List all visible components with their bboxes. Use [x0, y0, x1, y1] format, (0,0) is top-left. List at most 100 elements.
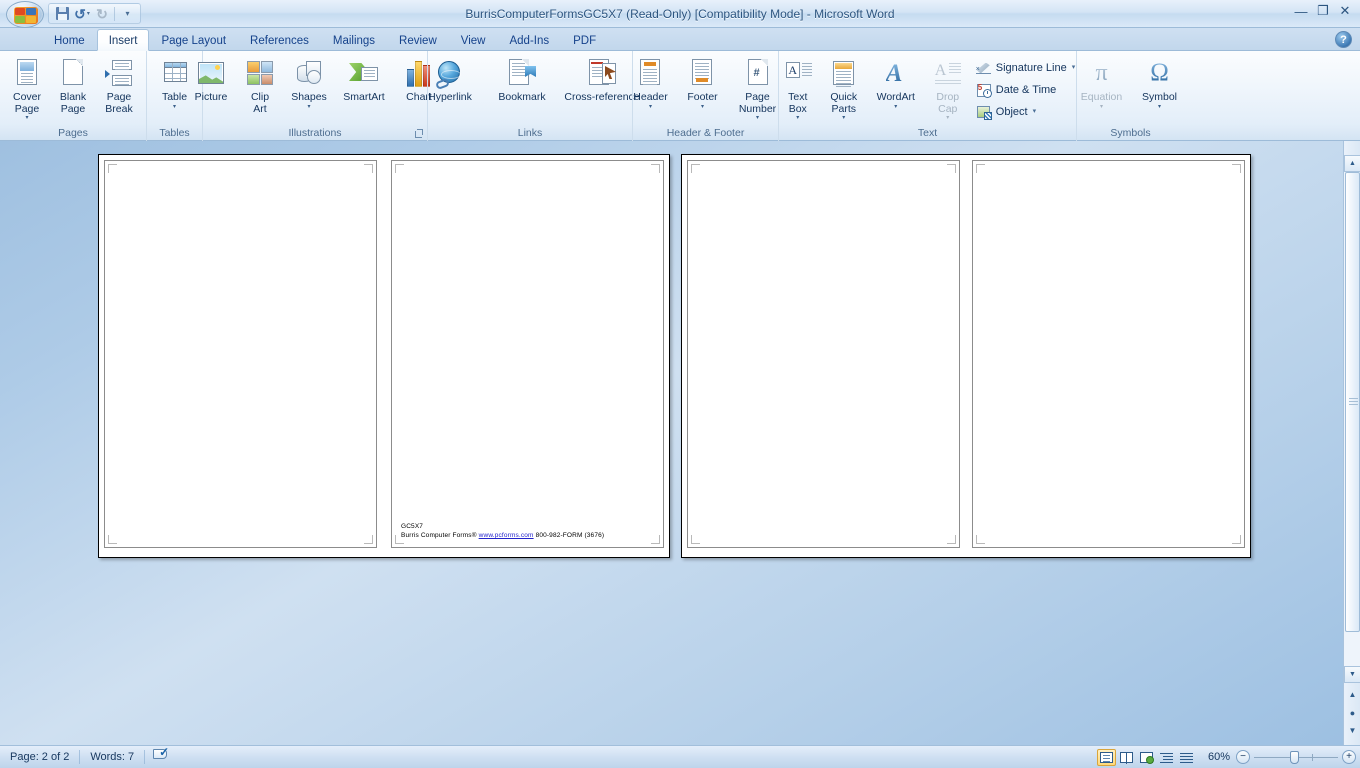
header-button[interactable]: Header ▾ [625, 55, 677, 111]
equation-label: Equation [1080, 91, 1123, 103]
footer-button[interactable]: Footer ▾ [677, 55, 729, 111]
word-window: BurrisComputerFormsGC5X7 (Read-Only) [Co… [0, 0, 1360, 768]
previous-page-button[interactable]: ▲ [1345, 687, 1360, 702]
bookmark-button[interactable]: Bookmark [486, 55, 558, 105]
group-title-illustrations: Illustrations [288, 127, 342, 139]
object-dropdown-icon[interactable]: ▾ [1033, 108, 1037, 115]
scroll-up-button[interactable]: ▲ [1344, 155, 1360, 172]
page-3-margin-guides [688, 161, 959, 547]
zoom-in-button[interactable]: + [1342, 750, 1356, 764]
footer-label: Footer [687, 91, 718, 103]
ribbon-tab-view[interactable]: View [449, 29, 498, 51]
scrollbar-grip-icon [1349, 398, 1358, 406]
zoom-slider[interactable]: − + [1236, 750, 1360, 764]
shapes-dropdown-icon[interactable]: ▾ [307, 104, 310, 110]
table-dropdown-icon[interactable]: ▾ [173, 104, 176, 110]
drop-cap-dropdown-icon[interactable]: ▾ [946, 115, 949, 121]
save-button[interactable] [52, 5, 72, 23]
page-number-dropdown-icon[interactable]: ▾ [756, 115, 759, 121]
signature-line-label: Signature Line [995, 61, 1067, 74]
object-button[interactable]: Object ▾ [971, 101, 1080, 122]
ribbon-tab-insert[interactable]: Insert [96, 29, 150, 51]
page-3[interactable] [687, 160, 960, 548]
scrollbar-track[interactable] [1344, 172, 1360, 666]
zoom-level[interactable]: 60% [1202, 751, 1236, 763]
ribbon-group-text: A Text Box ▾ Quick Parts ▾ A WordArt ▾ A… [778, 51, 1076, 141]
ribbon-tab-add-ins[interactable]: Add-Ins [497, 29, 561, 51]
smartart-label: SmartArt [343, 91, 385, 103]
page-break-button[interactable]: Page Break [96, 55, 142, 116]
blank-page-button[interactable]: Blank Page [50, 55, 96, 116]
page-break-icon [103, 58, 135, 90]
office-button[interactable] [6, 1, 44, 28]
zoom-slider-handle[interactable] [1290, 750, 1299, 764]
header-dropdown-icon[interactable]: ▾ [649, 104, 652, 110]
symbol-dropdown-icon[interactable]: ▾ [1158, 104, 1161, 110]
page-1[interactable] [104, 160, 377, 548]
symbol-button[interactable]: Ω Symbol ▾ [1131, 55, 1189, 111]
document-canvas[interactable]: GC5X7 Burris Computer Forms® www.pcforms… [0, 141, 1343, 745]
smartart-button[interactable]: SmartArt [335, 55, 393, 105]
next-page-button[interactable]: ▼ [1345, 723, 1360, 738]
help-button[interactable]: ? [1335, 31, 1352, 48]
clip-art-button[interactable]: Clip Art [237, 55, 283, 116]
cover-page-dropdown-icon[interactable]: ▾ [25, 115, 28, 121]
wordart-label: WordArt [876, 91, 915, 103]
equation-icon: π [1086, 58, 1118, 90]
draft-view-button[interactable] [1177, 749, 1196, 766]
office-logo-icon [14, 7, 38, 24]
shapes-button[interactable]: Shapes ▾ [283, 55, 335, 111]
undo-button[interactable]: ↺ ▾ [72, 5, 92, 23]
footer-dropdown-icon[interactable]: ▾ [701, 104, 704, 110]
quick-parts-dropdown-icon[interactable]: ▾ [842, 115, 845, 121]
wordart-dropdown-icon[interactable]: ▾ [894, 104, 897, 110]
page-indicator[interactable]: Page: 2 of 2 [0, 746, 79, 768]
ribbon-tab-mailings[interactable]: Mailings [321, 29, 387, 51]
illustrations-dialog-launcher[interactable] [412, 128, 424, 140]
scroll-down-button[interactable]: ▼ [1344, 666, 1360, 683]
hyperlink-button[interactable]: Hyperlink [414, 55, 486, 105]
drop-cap-button[interactable]: A Drop Cap ▾ [925, 55, 971, 122]
ribbon-tab-review[interactable]: Review [387, 29, 449, 51]
zoom-out-button[interactable]: − [1236, 750, 1250, 764]
ribbon-tab-references[interactable]: References [238, 29, 321, 51]
chevron-up-icon: ▲ [1349, 160, 1356, 167]
ribbon-tab-pdf[interactable]: PDF [561, 29, 608, 51]
ribbon-tab-home[interactable]: Home [42, 29, 97, 51]
scrollbar-thumb[interactable] [1345, 172, 1360, 632]
ribbon-tab-page-layout[interactable]: Page Layout [149, 29, 238, 51]
ribbon-group-header-footer: Header ▾ Footer ▾ # Page Number ▾ Header… [632, 51, 778, 141]
text-box-dropdown-icon[interactable]: ▾ [796, 115, 799, 121]
close-button[interactable]: ✕ [1334, 2, 1356, 20]
wordart-button[interactable]: A WordArt ▾ [867, 55, 925, 111]
redo-button[interactable]: ↻ [92, 5, 112, 23]
page-spread-1: GC5X7 Burris Computer Forms® www.pcforms… [98, 154, 670, 558]
signature-line-button[interactable]: × Signature Line ▾ [971, 57, 1080, 78]
chevron-down-icon: ▼ [1349, 671, 1356, 678]
word-count[interactable]: Words: 7 [80, 746, 144, 768]
vertical-scrollbar[interactable]: ▲ ▼ ▲ ● ▼ [1343, 141, 1360, 745]
equation-button[interactable]: π Equation ▾ [1073, 55, 1131, 111]
cover-page-button[interactable]: Cover Page ▾ [4, 55, 50, 122]
pcforms-link[interactable]: www.pcforms.com [479, 532, 534, 539]
zoom-slider-track[interactable] [1250, 750, 1342, 764]
proofing-status-button[interactable]: ✓ [145, 746, 169, 768]
picture-button[interactable]: Picture [185, 55, 237, 105]
equation-dropdown-icon[interactable]: ▾ [1100, 104, 1103, 110]
outline-view-button[interactable] [1157, 749, 1176, 766]
print-layout-view-button[interactable] [1096, 748, 1116, 766]
customize-qat-button[interactable]: ▾ [117, 5, 137, 23]
minimize-button[interactable]: — [1290, 2, 1312, 20]
select-browse-object-button[interactable]: ● [1345, 705, 1360, 720]
quick-parts-button[interactable]: Quick Parts ▾ [821, 55, 867, 122]
date-time-button[interactable]: 5 Date & Time [971, 79, 1080, 100]
page-4[interactable] [972, 160, 1245, 548]
web-layout-view-button[interactable] [1137, 749, 1156, 766]
registered-mark: ® [471, 532, 477, 539]
text-box-button[interactable]: A Text Box ▾ [775, 55, 821, 122]
undo-dropdown-icon[interactable]: ▾ [87, 11, 90, 17]
restore-button[interactable]: ❐ [1312, 2, 1334, 20]
full-screen-reading-view-button[interactable] [1117, 749, 1136, 766]
page-2[interactable]: GC5X7 Burris Computer Forms® www.pcforms… [391, 160, 664, 548]
quick-parts-icon [828, 58, 860, 90]
